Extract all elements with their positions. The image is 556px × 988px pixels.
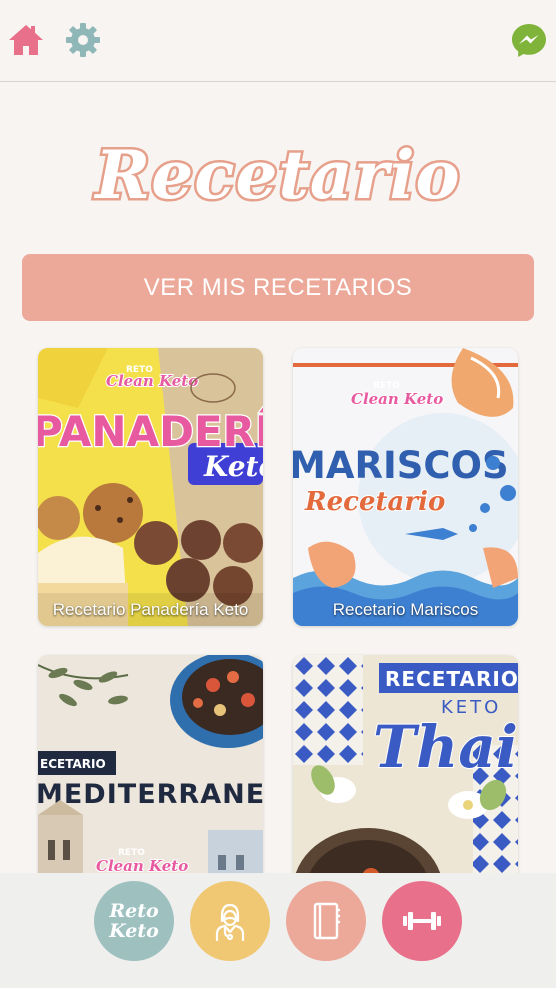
- keto-line: Keto: [109, 920, 159, 942]
- reto-keto-label: Reto Keto: [109, 901, 159, 941]
- messenger-icon[interactable]: [509, 20, 549, 60]
- bottom-nav: Reto Keto: [0, 873, 556, 988]
- mediterraneo-headline: MEDITERRANEO: [38, 779, 263, 810]
- ver-mis-recetarios-button[interactable]: VER MIS RECETARIOS: [22, 254, 534, 321]
- logo-text: Recetario: [93, 134, 462, 217]
- card-recetario-mariscos[interactable]: RETO Clean Keto MARISCOS Recetario Recet…: [293, 348, 518, 626]
- tab-recetario[interactable]: [286, 881, 366, 961]
- mariscos-cover-image: RETO Clean Keto MARISCOS Recetario: [293, 348, 518, 626]
- mariscos-badge: Clean Keto: [351, 390, 443, 408]
- mediterraneo-tag: ECETARIO: [40, 757, 106, 771]
- doctor-icon: [215, 903, 245, 942]
- panaderia-headline: PANADERÍA: [38, 406, 263, 456]
- tab-nutritionist[interactable]: [190, 881, 270, 961]
- tab-reto-keto[interactable]: Reto Keto: [94, 881, 174, 961]
- reto-line: Reto: [109, 900, 159, 922]
- mariscos-headline: MARISCOS: [293, 444, 509, 487]
- top-bar: [0, 0, 556, 82]
- tab-workouts[interactable]: [382, 881, 462, 961]
- card-caption: Recetario Panadería Keto: [52, 600, 249, 619]
- recetario-logo: Recetario: [0, 120, 556, 230]
- notebook-icon: [313, 902, 340, 940]
- dumbbell-icon: [403, 912, 441, 930]
- panaderia-cover-image: Keto PANADERÍA RETO Clean Keto: [38, 348, 263, 626]
- gear-icon[interactable]: [63, 20, 103, 60]
- thai-tag: RECETARIO: [385, 667, 518, 691]
- card-caption: Recetario Mariscos: [332, 600, 479, 619]
- panaderia-badge: Clean Keto: [106, 372, 198, 390]
- mariscos-subline: Recetario: [304, 487, 445, 517]
- thai-headline: Thai: [373, 713, 518, 781]
- home-icon[interactable]: [6, 20, 46, 60]
- card-recetario-panaderia[interactable]: Keto PANADERÍA RETO Clean Keto Recetario…: [38, 348, 263, 626]
